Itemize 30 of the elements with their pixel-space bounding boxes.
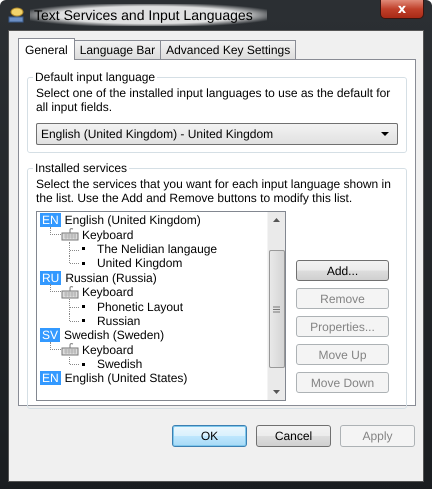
language-dropdown[interactable]: English (United Kingdom) - United Kingdom (36, 123, 398, 145)
tree-item[interactable]: Swedish (97, 357, 142, 372)
tree-item[interactable]: Keyboard (82, 228, 134, 242)
language-code-badge: SV (40, 328, 60, 342)
language-code-badge: EN (40, 371, 61, 386)
tree-item[interactable]: Swedish (Sweden) (64, 328, 164, 342)
tree-item[interactable]: English (United States) (64, 371, 188, 386)
group-title: Default input language (34, 70, 156, 84)
language-code-badge: EN (40, 213, 61, 228)
services-tree[interactable]: EN English (United Kingdom) Keyboard The Nelidian langauge United Kingdom RU Russian (Russia) Keyboard Phonetic Layout Russian SV Swedish (Sweden) Keyboard Swedish EN English (United States) (36, 211, 286, 401)
language-code-badge: RU (40, 270, 62, 285)
tree-item[interactable]: Phonetic Layout (97, 300, 184, 314)
tree-item[interactable]: Keyboard (82, 342, 134, 357)
dialog-button[interactable]: Cancel (256, 425, 331, 447)
tree-item[interactable]: Russian (Russia) (65, 270, 157, 285)
tree-item[interactable]: United Kingdom (97, 256, 182, 270)
tab[interactable]: Advanced Key Settings (160, 40, 296, 59)
group-title: Installed services (34, 161, 128, 175)
service-button[interactable]: Add... (296, 260, 389, 281)
tree-item[interactable]: Keyboard (82, 285, 134, 300)
group-description: Select the services that you want for each input language shown in the list. Use the Add and Remove buttons to modify this list. (36, 177, 392, 205)
group-description: Select one of the installed input languages to use as the default for all input fields. (36, 86, 392, 114)
tree-item[interactable]: English (United Kingdom) (64, 213, 201, 228)
close-button[interactable]: x (380, 0, 424, 19)
tree-item[interactable]: The Nelidian langauge (97, 242, 218, 256)
window-title: Text Services and Input Languages (30, 4, 267, 26)
tab[interactable]: General (18, 38, 75, 60)
dialog-button[interactable]: OK (172, 425, 247, 447)
tab[interactable]: Language Bar (74, 40, 162, 59)
tree-item[interactable]: Russian (97, 314, 140, 328)
